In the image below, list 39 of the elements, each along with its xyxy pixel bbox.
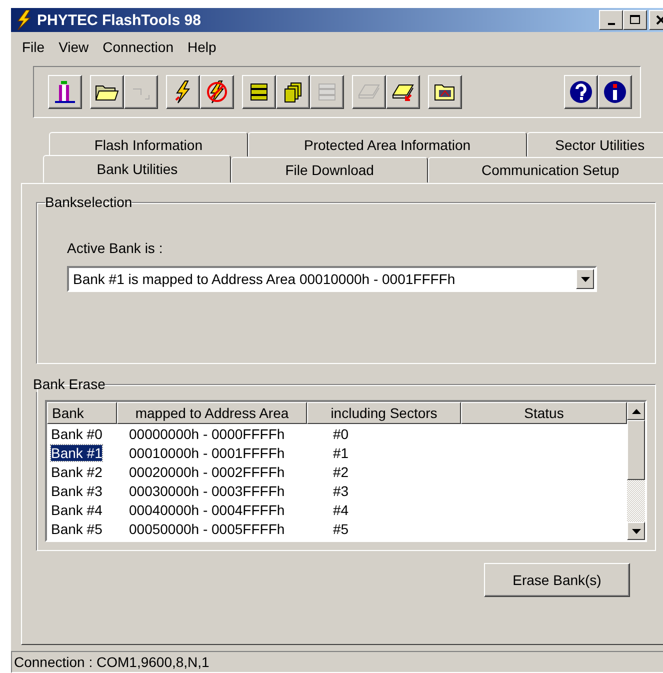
table-cell-text: 00030000h - 0003FFFFh (128, 482, 286, 498)
table-cell: #4 (333, 502, 349, 518)
column-header[interactable]: Bank (47, 402, 117, 424)
table-cell: #1 (333, 444, 349, 460)
tab[interactable]: Sector Utilities (526, 132, 663, 157)
table-cell-text: 00040000h - 0004FFFFh (128, 502, 286, 518)
tab[interactable]: Bank Utilities (43, 155, 232, 183)
list-item[interactable]: Bank #3 (51, 482, 102, 498)
menu-item[interactable]: Help (180, 39, 224, 55)
list-item[interactable]: Bank #1 (51, 444, 102, 460)
table-cell-text: 00000000h - 0000FFFFh (128, 426, 286, 442)
table-cell: #5 (333, 520, 349, 536)
bank-dropdown[interactable]: Bank #1 is mapped to Address Area 00010000h - 0001FFFFh (67, 266, 597, 292)
window-title: PHYTEC FlashTools 98 (37, 12, 202, 28)
column-header[interactable]: mapped to Address Area (117, 402, 307, 424)
list-item[interactable]: Bank #2 (51, 464, 102, 480)
table-cell-text: 00010000h - 0001FFFFh (128, 444, 286, 460)
list-item[interactable]: Bank #4 (51, 502, 102, 518)
status-text: Connection : COM1,9600,8,N,1 (14, 654, 210, 670)
table-cell-text: 00020000h - 0002FFFFh (128, 464, 286, 480)
column-header[interactable]: Status (461, 402, 627, 424)
group-title: Bank Erase (33, 376, 106, 392)
menu-item[interactable]: Connection (96, 39, 180, 55)
list-item[interactable]: Bank #0 (51, 426, 102, 442)
table-cell-text: 00050000h - 0005FFFFh (128, 520, 286, 536)
tab[interactable]: Protected Area Information (248, 132, 527, 157)
erase-button[interactable]: Erase Bank(s) (484, 563, 630, 597)
table-cell: #3 (333, 482, 349, 498)
tab[interactable]: Communication Setup (428, 157, 663, 183)
column-header[interactable]: including Sectors (307, 402, 461, 424)
tab[interactable]: Flash Information (49, 132, 248, 157)
menu-item[interactable]: File (15, 39, 52, 55)
menu-item[interactable]: View (52, 39, 96, 55)
table-cell: #2 (333, 464, 349, 480)
tab[interactable]: File Download (231, 157, 428, 183)
list-item[interactable]: Bank #5 (51, 520, 102, 536)
table-cell: #0 (333, 426, 349, 442)
field-label: Active Bank is : (67, 240, 164, 256)
group-title: Bankselection (45, 194, 132, 210)
